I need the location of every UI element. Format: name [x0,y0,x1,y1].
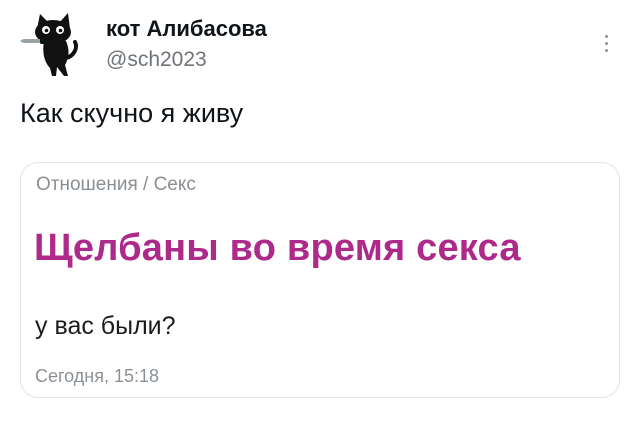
vertical-ellipsis-icon [604,48,608,52]
card-breadcrumb: Отношения / Секс [36,174,196,195]
card-timestamp: Сегодня, 15:18 [35,366,160,386]
link-preview-card[interactable]: Отношения / Секс Щелбаны во время секса … [20,162,620,398]
card-body-text: у вас были? [35,312,176,340]
vertical-ellipsis-icon [604,34,608,38]
card-title: Щелбаны во время секса [34,227,521,269]
black-cat-with-knife-icon [20,13,78,76]
author-handle[interactable]: @sch2023 [106,48,207,72]
avatar[interactable] [20,10,88,78]
tweet: кот Алибасова @sch2023 Как скучно я живу… [0,0,640,427]
author-display-name[interactable]: кот Алибасова [106,16,267,42]
vertical-ellipsis-icon [604,41,608,45]
tweet-text: Как скучно я живу [20,98,244,128]
more-options-button[interactable] [594,28,618,58]
